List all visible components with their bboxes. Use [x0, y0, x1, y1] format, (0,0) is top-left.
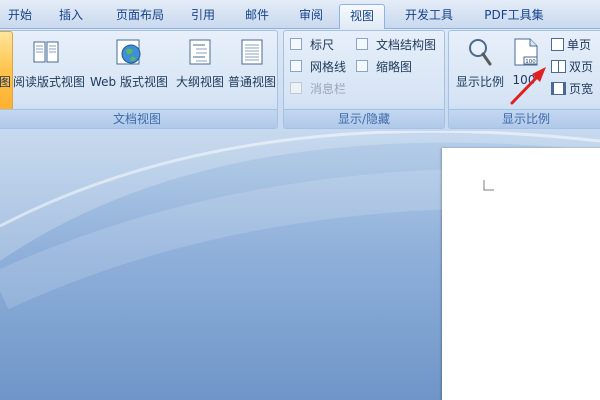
thumbnails-checkbox[interactable]: 缩略图 [356, 59, 412, 75]
reading-view-button[interactable]: 阅读版式视图 [13, 31, 86, 109]
group-document-views: 图 阅读版式视图 Web 版式视图 大纲视图 普通视图 文档视图 [0, 30, 278, 129]
document-views-group-label: 文档视图 [0, 109, 277, 128]
page-100-icon-text: 100 [525, 59, 536, 65]
ruler-checkbox-box[interactable] [290, 38, 302, 50]
web-layout-button[interactable]: Web 版式视图 [89, 31, 169, 109]
magnifier-icon [469, 39, 492, 66]
text-boundary-corner-icon [483, 180, 494, 191]
globe-icon [116, 39, 141, 65]
ruler-label: 标尺 [310, 38, 335, 52]
ribbon-panel: 图 阅读版式视图 Web 版式视图 大纲视图 普通视图 文档视图 标尺 网格线 … [0, 29, 600, 132]
reading-view-label: 阅读版式视图 [13, 75, 86, 89]
web-layout-label: Web 版式视图 [90, 75, 168, 89]
tab-view[interactable]: 视图 [339, 4, 385, 30]
outline-view-button[interactable]: 大纲视图 [172, 31, 228, 109]
zoom-group-label: 显示比例 [449, 109, 600, 128]
thumbnails-label: 缩略图 [376, 60, 413, 74]
document-map-label: 文档结构图 [376, 38, 437, 52]
tab-home[interactable]: 开始 [0, 4, 40, 29]
one-page-button[interactable]: 单页 [551, 37, 591, 53]
draft-view-label: 普通视图 [227, 75, 276, 89]
baidu-watermark: Bai 经验 [462, 336, 553, 361]
tab-developer[interactable]: 开发工具 [394, 4, 464, 29]
outline-view-label: 大纲视图 [175, 75, 224, 89]
thumbnails-checkbox-box[interactable] [356, 60, 368, 72]
one-page-icon [551, 38, 564, 51]
ruler-checkbox[interactable]: 标尺 [290, 37, 334, 53]
message-bar-checkbox: 消息栏 [290, 81, 346, 97]
two-pages-label: 双页 [569, 60, 594, 74]
one-page-label: 单页 [567, 38, 592, 52]
page-100-icon: 100 [514, 38, 538, 66]
page-width-icon [551, 82, 566, 95]
draft-view-button[interactable]: 普通视图 [226, 31, 278, 109]
zoom-100-label: 100 [512, 73, 536, 87]
gridlines-checkbox-box[interactable] [290, 60, 302, 72]
group-show-hide: 标尺 网格线 消息栏 文档结构图 缩略图 显示/隐藏 [283, 30, 445, 129]
two-pages-icon [551, 60, 566, 73]
document-map-checkbox[interactable]: 文档结构图 [356, 37, 436, 53]
tab-review[interactable]: 审阅 [288, 4, 334, 29]
ribbon-tab-bar: 开始 插入 页面布局 引用 邮件 审阅 视图 开发工具 PDF工具集 [0, 0, 600, 30]
document-page[interactable] [442, 148, 600, 400]
page-width-label: 页宽 [569, 82, 594, 96]
group-zoom: 显示比例 100 100 单页 双页 页宽 显示比例 [448, 30, 600, 129]
tab-references[interactable]: 引用 [182, 4, 224, 29]
open-book-icon [33, 41, 59, 63]
tab-page-layout[interactable]: 页面布局 [105, 4, 175, 29]
two-pages-button[interactable]: 双页 [551, 59, 593, 75]
message-bar-checkbox-box [290, 82, 302, 94]
page-width-button[interactable]: 页宽 [551, 81, 593, 97]
zoom-label: 显示比例 [455, 75, 504, 89]
tab-mailings[interactable]: 邮件 [234, 4, 280, 29]
gridlines-label: 网格线 [310, 60, 347, 74]
draft-document-icon [241, 39, 263, 65]
tab-pdf-tools[interactable]: PDF工具集 [474, 4, 554, 29]
message-bar-label: 消息栏 [310, 82, 347, 96]
zoom-100-button[interactable]: 100 100 [507, 31, 541, 109]
outline-document-icon [189, 39, 211, 65]
baidu-watermark-url: jingyan.baidu.com [472, 364, 565, 375]
active-view-highlight [0, 31, 13, 111]
tab-insert[interactable]: 插入 [48, 4, 94, 29]
show-hide-group-label: 显示/隐藏 [284, 109, 444, 128]
gridlines-checkbox[interactable]: 网格线 [290, 59, 346, 75]
document-map-checkbox-box[interactable] [356, 38, 368, 50]
zoom-button[interactable]: 显示比例 [451, 31, 509, 109]
